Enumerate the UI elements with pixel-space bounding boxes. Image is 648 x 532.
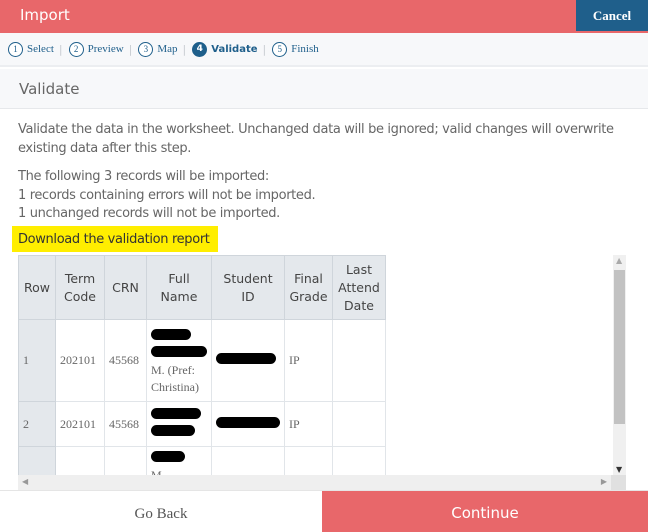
step-number-icon: 2 bbox=[68, 41, 84, 57]
step-separator: | bbox=[262, 42, 267, 56]
scroll-up-arrow-icon[interactable]: ▲ bbox=[616, 256, 622, 265]
step-label: Preview bbox=[87, 43, 124, 55]
final-grade-cell: IP bbox=[284, 319, 333, 402]
student-id-cell bbox=[211, 401, 285, 447]
redaction-mark bbox=[216, 416, 280, 428]
crn-cell: 45568 bbox=[104, 401, 147, 447]
dialog-title: Import bbox=[20, 6, 70, 24]
step-number-icon: 4 bbox=[192, 41, 208, 57]
section-title: Validate bbox=[0, 69, 648, 109]
step-select[interactable]: 1 Select bbox=[8, 41, 54, 57]
crn-cell: 45568 bbox=[104, 319, 147, 402]
step-separator: | bbox=[182, 42, 187, 56]
validation-grid: Row Term Code CRN Full Name Student ID F… bbox=[18, 255, 626, 490]
column-header-crn[interactable]: CRN bbox=[104, 255, 147, 320]
step-separator: | bbox=[128, 42, 133, 56]
step-map[interactable]: 3 Map bbox=[138, 41, 178, 57]
cancel-button[interactable]: Cancel bbox=[576, 0, 648, 31]
last-attend-date-cell bbox=[332, 401, 386, 447]
column-header-full-name[interactable]: Full Name bbox=[146, 255, 212, 320]
column-header-final-grade[interactable]: Final Grade bbox=[284, 255, 333, 320]
step-label: Validate bbox=[211, 43, 258, 55]
download-validation-report-link[interactable]: Download the validation report bbox=[12, 226, 218, 252]
horizontal-scrollbar[interactable]: ◀ ▶ bbox=[18, 475, 611, 490]
redaction-mark bbox=[151, 451, 185, 462]
go-back-button[interactable]: Go Back bbox=[0, 491, 322, 532]
step-number-icon: 5 bbox=[272, 41, 288, 57]
step-indicator: 1 Select | 2 Preview | 3 Map | 4 Validat… bbox=[0, 33, 648, 67]
summary-line: 1 unchanged records will not be imported… bbox=[18, 206, 280, 221]
summary-line: The following 3 records will be imported… bbox=[18, 169, 269, 184]
full-name-cell: M. (Pref: Christina) bbox=[146, 319, 212, 402]
step-label: Select bbox=[27, 43, 54, 55]
vertical-scroll-thumb[interactable] bbox=[614, 270, 625, 424]
row-number-cell: 2 bbox=[18, 401, 56, 447]
term-code-cell: 202101 bbox=[55, 319, 105, 402]
redaction-mark bbox=[151, 346, 207, 357]
redaction-mark bbox=[151, 408, 201, 419]
step-label: Finish bbox=[291, 43, 319, 55]
table-header-row: Row Term Code CRN Full Name Student ID F… bbox=[18, 255, 386, 320]
validation-content: Validate the data in the worksheet. Unch… bbox=[18, 121, 633, 224]
table-row[interactable]: 1 202101 45568 M. (Pref: Christina) IP bbox=[18, 319, 386, 402]
step-label: Map bbox=[157, 43, 178, 55]
step-validate[interactable]: 4 Validate bbox=[192, 41, 258, 57]
redaction-mark bbox=[216, 353, 276, 364]
table-row[interactable]: 2 202101 45568 IP bbox=[18, 401, 386, 447]
step-finish[interactable]: 5 Finish bbox=[272, 41, 319, 57]
student-id-cell bbox=[211, 319, 285, 402]
column-header-term-code[interactable]: Term Code bbox=[55, 255, 105, 320]
column-header-last-attend-date[interactable]: Last Attend Date bbox=[332, 255, 386, 320]
step-number-icon: 3 bbox=[138, 41, 154, 57]
records-table: Row Term Code CRN Full Name Student ID F… bbox=[18, 255, 386, 488]
import-header: Import Cancel bbox=[0, 0, 648, 33]
intro-text: Validate the data in the worksheet. Unch… bbox=[18, 122, 614, 156]
full-name-text: M. (Pref: Christina) bbox=[151, 363, 199, 394]
scroll-right-arrow-icon[interactable]: ▶ bbox=[601, 477, 607, 486]
summary-line: 1 records containing errors will not be … bbox=[18, 187, 316, 203]
full-name-cell bbox=[146, 401, 212, 447]
scrollbar-corner bbox=[611, 475, 626, 490]
redaction-mark bbox=[151, 329, 191, 340]
step-separator: | bbox=[58, 42, 63, 56]
step-number-icon: 1 bbox=[8, 41, 23, 57]
continue-button[interactable]: Continue bbox=[322, 491, 648, 532]
vertical-scrollbar[interactable]: ▲ ▼ bbox=[613, 255, 626, 475]
dialog-footer: Go Back Continue bbox=[0, 490, 648, 532]
last-attend-date-cell bbox=[332, 319, 386, 402]
column-header-row[interactable]: Row bbox=[18, 255, 56, 320]
column-header-student-id[interactable]: Student ID bbox=[211, 255, 285, 320]
row-number-cell: 1 bbox=[18, 319, 56, 402]
redaction-mark bbox=[151, 425, 195, 436]
scroll-down-arrow-icon[interactable]: ▼ bbox=[616, 465, 622, 474]
final-grade-cell: IP bbox=[284, 401, 333, 447]
term-code-cell: 202101 bbox=[55, 401, 105, 447]
scroll-left-arrow-icon[interactable]: ◀ bbox=[22, 477, 28, 486]
step-preview[interactable]: 2 Preview bbox=[68, 41, 124, 57]
